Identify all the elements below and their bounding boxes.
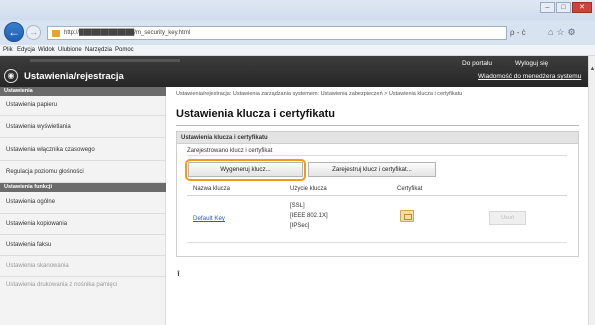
sidebar-item-volume[interactable]: Regulacja poziomu głośności bbox=[0, 161, 166, 183]
sidebar-item-display[interactable]: Ustawienia wyświetlania bbox=[0, 116, 166, 138]
register-key-button[interactable]: Zarejestruj klucz i certyfikat... bbox=[308, 162, 436, 177]
logout-link[interactable]: Wyloguj się bbox=[515, 60, 548, 67]
window-controls: – □ ✕ bbox=[539, 2, 592, 13]
forward-arrow-icon[interactable]: → bbox=[26, 25, 41, 40]
url-text: http://█████████████/m_security_key.html bbox=[64, 30, 191, 36]
key-certificate-panel: Ustawienia klucza i certyfikatu Zarejest… bbox=[176, 131, 579, 257]
usage-ieee8021x: [IEEE 802.1X] bbox=[290, 213, 328, 219]
email-admin-link[interactable]: Wiadomość do menedżera systemu bbox=[478, 73, 581, 80]
sidebar-item-scan[interactable]: Ustawienia skanowania bbox=[0, 256, 166, 277]
column-header-key-name: Nazwa klucza bbox=[193, 186, 231, 192]
sidebar: Ustawienia Ustawienia papieru Ustawienia… bbox=[0, 87, 166, 325]
key-usage-list: [SSL] [IEEE 802.1X] [IPSec] bbox=[290, 201, 328, 231]
generate-key-button[interactable]: Wygeneruj klucz... bbox=[188, 162, 303, 177]
menu-favorites[interactable]: Ulubione bbox=[58, 47, 82, 53]
page-title: Ustawienia klucza i certyfikatu bbox=[176, 108, 335, 120]
browser-title-bar: – □ ✕ bbox=[0, 0, 595, 20]
back-arrow-icon[interactable]: ← bbox=[4, 22, 24, 42]
menu-tools[interactable]: Narzędzia bbox=[85, 47, 112, 53]
usage-ssl: [SSL] bbox=[290, 203, 305, 209]
sidebar-item-paper[interactable]: Ustawienia papieru bbox=[0, 96, 166, 116]
panel-heading: Ustawienia klucza i certyfikatu bbox=[177, 132, 578, 144]
registered-keys-label: Zarejestrowano klucz i certyfikat bbox=[187, 148, 273, 154]
table-row-divider bbox=[187, 242, 567, 243]
column-header-certificate: Certyfikat bbox=[397, 186, 423, 192]
sidebar-heading-settings: Ustawienia bbox=[0, 87, 166, 96]
back-to-top-icon[interactable]: ⭱ bbox=[177, 268, 180, 282]
sidebar-heading-functions: Ustawienia funkcji bbox=[0, 183, 166, 192]
menu-edit[interactable]: Edycja bbox=[17, 47, 35, 53]
address-bar[interactable]: http://█████████████/m_security_key.html bbox=[47, 26, 507, 40]
table-header-divider bbox=[187, 195, 567, 196]
home-star-gear-icons[interactable]: ⌂☆⚙ bbox=[548, 27, 579, 38]
sidebar-item-fax[interactable]: Ustawienia faksu bbox=[0, 235, 166, 256]
usage-ipsec: [IPSec] bbox=[290, 223, 310, 229]
close-icon[interactable]: ✕ bbox=[572, 2, 592, 13]
vertical-scrollbar[interactable]: ▲ bbox=[588, 56, 595, 325]
column-header-key-usage: Użycie klucza bbox=[290, 186, 327, 192]
page-header-title: Ustawienia/rejestracja bbox=[24, 71, 124, 82]
sidebar-item-memory-media-print[interactable]: Ustawienia drukowania z nośnika pamięci bbox=[0, 277, 120, 301]
scroll-up-icon[interactable]: ▲ bbox=[589, 66, 595, 72]
registered-keys-divider bbox=[187, 155, 567, 156]
maximize-icon[interactable]: □ bbox=[556, 2, 571, 13]
breadcrumb: Ustawienia/rejestracja: Ustawienia zarzą… bbox=[176, 91, 463, 97]
minimize-icon[interactable]: – bbox=[540, 2, 555, 13]
menu-view[interactable]: Widok bbox=[38, 47, 55, 53]
sidebar-item-timer[interactable]: Ustawienia włącznika czasowego bbox=[0, 138, 166, 161]
menu-help[interactable]: Pomoc bbox=[115, 47, 134, 53]
search-refresh-icon[interactable]: ρ - ċ bbox=[510, 28, 526, 37]
menu-bar: Plik Edycja Widok Ulubione Narzędzia Pom… bbox=[0, 45, 595, 56]
main-content: Ustawienia/rejestracja: Ustawienia zarzą… bbox=[172, 87, 586, 325]
sidebar-item-copy[interactable]: Ustawienia kopiowania bbox=[0, 214, 166, 235]
title-divider bbox=[176, 125, 579, 126]
certificate-icon[interactable] bbox=[400, 210, 414, 222]
sidebar-item-common[interactable]: Ustawienia ogólne bbox=[0, 192, 166, 214]
favicon-icon bbox=[52, 30, 60, 37]
portal-link[interactable]: Do portalu bbox=[462, 60, 492, 67]
settings-home-icon[interactable]: ◉ bbox=[4, 69, 18, 83]
default-key-link[interactable]: Default Key bbox=[193, 215, 225, 222]
header-logo-strip bbox=[30, 59, 180, 62]
delete-button: Usuń bbox=[489, 211, 526, 225]
app-header: ◉ Ustawienia/rejestracja Do portalu Wylo… bbox=[0, 56, 588, 87]
menu-file[interactable]: Plik bbox=[3, 47, 13, 53]
